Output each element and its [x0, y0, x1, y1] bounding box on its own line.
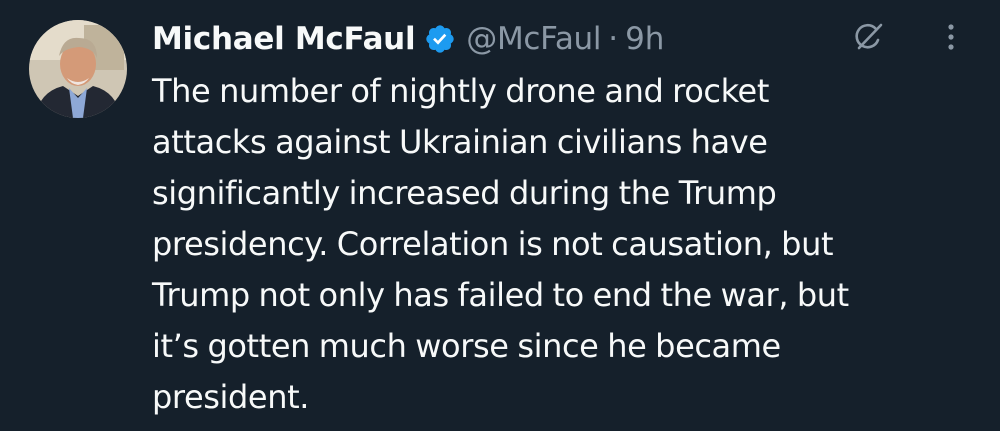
- author-avatar[interactable]: [29, 20, 127, 118]
- grok-button[interactable]: [846, 16, 892, 62]
- more-options-icon: [945, 19, 957, 59]
- header-separator: ·: [608, 21, 619, 57]
- avatar-image: [29, 20, 127, 118]
- tweet-timestamp[interactable]: 9h: [625, 21, 664, 57]
- tweet-text-line: attacks against Ukrainian civilians have: [152, 123, 768, 161]
- verified-badge-icon: [424, 23, 456, 55]
- author-handle[interactable]: @McFaul: [466, 21, 601, 57]
- tweet-text[interactable]: The number of nightly drone and rocket a…: [152, 66, 982, 423]
- grok-icon: [851, 19, 887, 59]
- more-options-button[interactable]: [928, 16, 974, 62]
- author-display-name[interactable]: Michael McFaul: [152, 21, 416, 57]
- tweet-text-line: it’s gotten much worse since he became: [152, 327, 781, 365]
- tweet-text-line: Trump not only has failed to end the war…: [152, 276, 849, 314]
- tweet-text-line: significantly increased during the Trump: [152, 174, 777, 212]
- tweet-text-line: presidency. Correlation is not causation…: [152, 225, 834, 263]
- tweet-header: Michael McFaul @McFaul · 9h: [152, 16, 664, 62]
- tweet-card[interactable]: Michael McFaul @McFaul · 9h The number o…: [0, 0, 1000, 431]
- tweet-text-line: The number of nightly drone and rocket: [152, 72, 769, 110]
- tweet-text-line: president.: [152, 378, 310, 416]
